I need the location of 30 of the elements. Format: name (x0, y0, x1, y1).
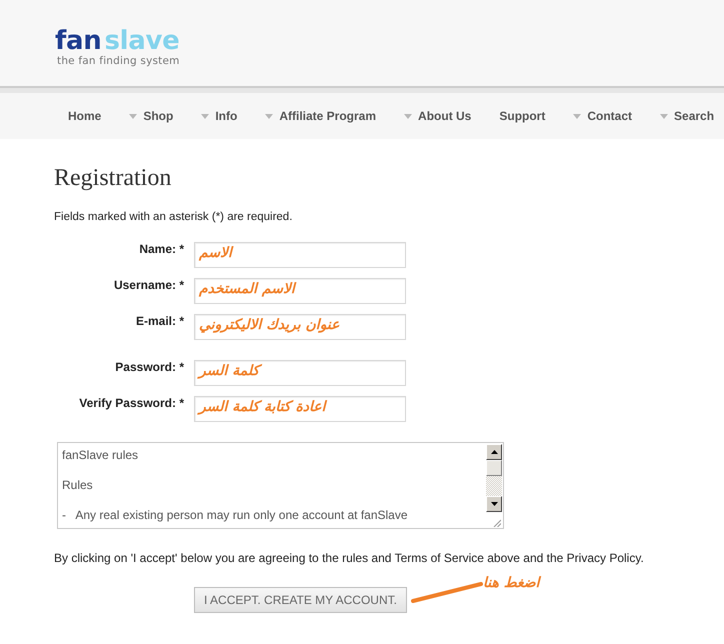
logo-tagline: the fan finding system (57, 55, 180, 67)
down-triangle-icon (490, 502, 498, 506)
field-label: Password: * (114, 360, 184, 374)
required-note: Fields marked with an asterisk (*) are required. (54, 211, 292, 223)
accept-button[interactable]: I ACCEPT. CREATE MY ACCOUNT. (194, 587, 407, 613)
nav-link[interactable]: Support (499, 109, 546, 123)
nav-link[interactable]: Search (660, 109, 714, 123)
nav-link[interactable]: Home (68, 109, 102, 123)
rules-line: - Any real existing person may run only one account at fanSlave (62, 508, 409, 523)
nav-link[interactable]: About Us (404, 109, 472, 123)
rules-line: fanSlave rules (62, 448, 140, 463)
nav-link[interactable]: Info (201, 109, 238, 123)
field-label: E-mail: * (134, 314, 184, 328)
field-label: Verify Password: * (78, 396, 184, 410)
resize-grip-icon[interactable] (493, 519, 501, 527)
annotation-text: اضغط هنا (483, 575, 540, 591)
terms-text: By clicking on 'I accept' below you are agreeing to the rules and Terms of Service above and the Privacy Policy. (54, 551, 644, 565)
page-title: Registration (54, 164, 172, 193)
field-label: Username: * (112, 278, 184, 292)
nav-link[interactable]: Affiliate Program (265, 109, 376, 123)
rules-line: Rules (62, 478, 94, 493)
up-triangle-icon (490, 450, 498, 454)
scroll-down-button[interactable] (486, 496, 502, 512)
rules-textarea[interactable]: fanSlave rules Rules - Any real existing person may run only one account at fanSlave (57, 442, 504, 529)
nav-link[interactable]: Shop (129, 109, 174, 123)
nav-link[interactable]: Contact (573, 109, 632, 123)
logo[interactable]: fan slave (55, 27, 180, 55)
field-label: Name: * (138, 242, 184, 256)
scroll-up-button[interactable] (486, 444, 502, 460)
scroll-thumb[interactable] (486, 460, 502, 476)
